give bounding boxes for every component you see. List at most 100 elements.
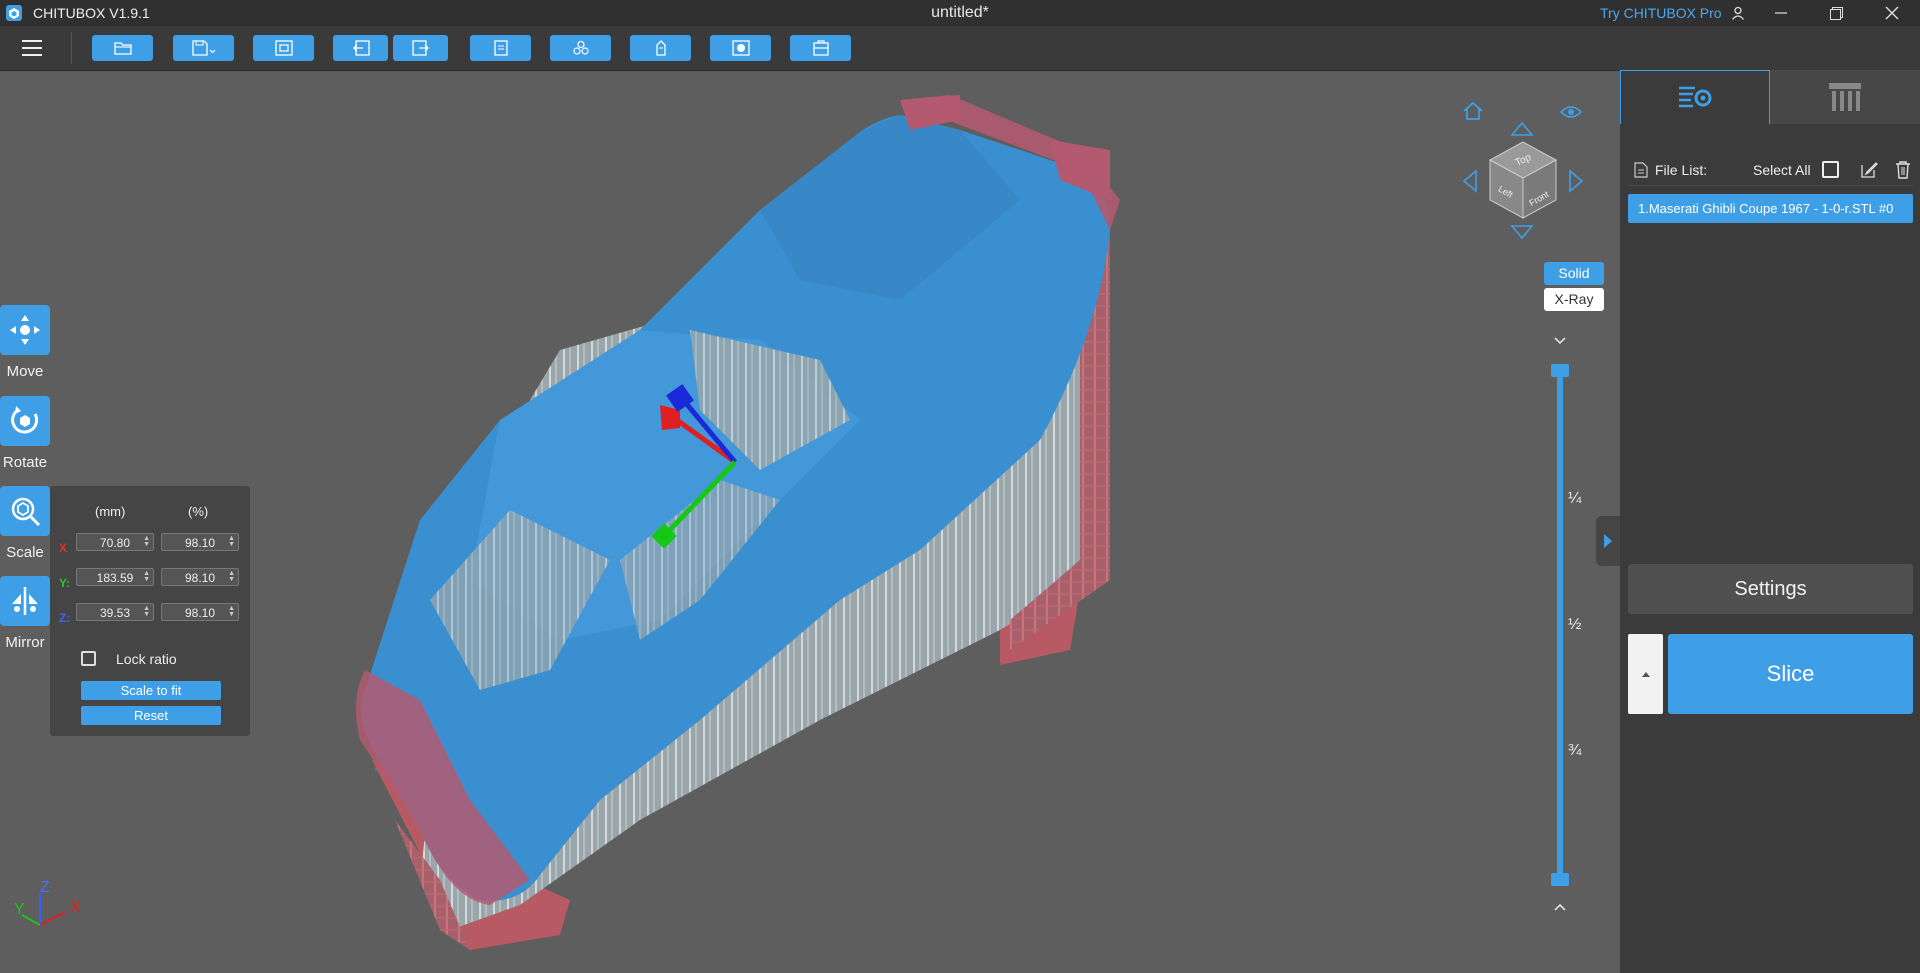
view-right-arrow-icon[interactable] — [1568, 169, 1584, 193]
z-mm-input[interactable]: 39.53 ▲ ▼ — [76, 603, 154, 621]
file-list-icon — [1634, 162, 1648, 178]
settings-button[interactable]: Settings — [1628, 564, 1913, 614]
z-pct-input[interactable]: 98.10 ▲ ▼ — [161, 603, 239, 621]
support-icon — [812, 40, 829, 56]
x-pct-input[interactable]: 98.10 ▲ ▼ — [161, 533, 239, 551]
scale-tool[interactable]: Scale — [0, 486, 50, 561]
delete-icon[interactable] — [1894, 160, 1912, 179]
layer-collapse-down-icon[interactable] — [1553, 336, 1567, 346]
xray-mode-button[interactable]: X-Ray — [1544, 288, 1604, 311]
x-mm-input[interactable]: 70.80 ▲ ▼ — [76, 533, 154, 551]
spinner-icon[interactable]: ▲ ▼ — [143, 605, 150, 618]
view-cube[interactable]: Top Left Front — [1488, 140, 1558, 220]
layer-slider-bottom-handle[interactable] — [1551, 873, 1569, 886]
layer-mark-three-quarter: ¾ — [1568, 742, 1582, 759]
close-button[interactable] — [1869, 0, 1915, 26]
rotate-tool[interactable]: Rotate — [0, 396, 50, 471]
spinner-icon[interactable]: ▲ ▼ — [228, 570, 235, 583]
reset-button[interactable]: Reset — [81, 706, 221, 725]
rotate-label: Rotate — [2, 454, 48, 471]
panel-collapse-tab[interactable] — [1596, 516, 1620, 566]
layout-icon — [572, 40, 589, 55]
view-down-arrow-icon[interactable] — [1510, 224, 1534, 240]
file-list-item[interactable]: 1.Maserati Ghibli Coupe 1967 - 1-0-r.STL… — [1628, 194, 1913, 223]
caret-up-icon — [1641, 672, 1650, 677]
x-pct-value: 98.10 — [184, 536, 216, 550]
restore-icon — [1829, 6, 1843, 20]
scale-to-fit-button[interactable]: Scale to fit — [81, 681, 221, 700]
spinner-icon[interactable]: ▲ ▼ — [143, 570, 150, 583]
z-mm-value: 39.53 — [99, 606, 131, 620]
layer-slider-top-handle[interactable] — [1551, 364, 1569, 377]
redo-button[interactable] — [393, 35, 448, 61]
spinner-icon[interactable]: ▲ ▼ — [143, 535, 150, 548]
spinner-icon[interactable]: ▲ ▼ — [228, 535, 235, 548]
slice-button[interactable]: Slice — [1668, 634, 1913, 714]
main-toolbar — [0, 26, 1920, 71]
select-all-checkbox[interactable] — [1822, 161, 1839, 178]
support-button[interactable] — [790, 35, 851, 61]
view-left-arrow-icon[interactable] — [1462, 169, 1478, 193]
z-axis-label: Z: — [59, 611, 71, 625]
try-pro-link[interactable]: Try CHITUBOX Pro — [1600, 5, 1722, 21]
solid-mode-button[interactable]: Solid — [1544, 262, 1604, 285]
save-button[interactable] — [173, 35, 234, 61]
home-view-icon[interactable] — [1462, 100, 1484, 122]
lock-ratio-checkbox[interactable] — [81, 651, 96, 666]
account-button[interactable] — [1715, 0, 1761, 26]
hollow-icon — [655, 40, 666, 56]
undo-button[interactable] — [333, 35, 388, 61]
move-tool[interactable]: Move — [0, 305, 50, 380]
hollow-button[interactable] — [630, 35, 691, 61]
tab-supports[interactable] — [1770, 70, 1920, 124]
close-icon — [1885, 6, 1899, 20]
rotate-icon — [11, 406, 39, 434]
view-up-arrow-icon[interactable] — [1510, 121, 1534, 137]
scale-panel: (mm) (%) X 70.80 ▲ ▼ 98.10 ▲ ▼ Y: 183.59 ▲ ▼ 9… — [50, 486, 250, 736]
layer-mark-quarter: ¼ — [1568, 490, 1582, 507]
minimize-icon — [1775, 12, 1787, 14]
move-label: Move — [6, 363, 44, 380]
user-icon — [1731, 6, 1745, 20]
axis-y-label: Y — [14, 901, 25, 918]
mirror-icon — [12, 587, 38, 615]
detect-button[interactable] — [470, 35, 531, 61]
y-mm-input[interactable]: 183.59 ▲ ▼ — [76, 568, 154, 586]
menu-icon[interactable] — [20, 38, 46, 58]
layout-button[interactable] — [550, 35, 611, 61]
scale-tool-button[interactable] — [0, 486, 50, 536]
scale-label: Scale — [6, 544, 44, 561]
mirror-tool-button[interactable] — [0, 576, 50, 626]
spinner-icon[interactable]: ▲ ▼ — [228, 605, 235, 618]
move-tool-button[interactable] — [0, 305, 50, 355]
x-axis-label: X — [59, 541, 68, 555]
dig-hole-icon — [731, 40, 750, 56]
axis-z-label: Z — [40, 880, 50, 896]
car-spoiler-left — [900, 95, 960, 130]
save-icon — [191, 40, 215, 56]
slice-options-button[interactable] — [1628, 634, 1663, 714]
right-panel: File List: Select All 1.Maserati Ghibli … — [1620, 70, 1920, 973]
document-check-icon — [493, 40, 508, 56]
edit-icon[interactable] — [1860, 161, 1878, 179]
y-pct-value: 98.10 — [184, 571, 216, 585]
visibility-eye-icon[interactable] — [1560, 104, 1582, 120]
open-file-button[interactable] — [92, 35, 153, 61]
supports-icon — [1829, 83, 1861, 111]
dig-hole-button[interactable] — [710, 35, 771, 61]
lock-ratio-label: Lock ratio — [116, 651, 177, 667]
tab-print-settings[interactable] — [1620, 70, 1770, 124]
screenshot-button[interactable] — [253, 35, 314, 61]
layer-slider-track[interactable] — [1557, 366, 1563, 880]
minimize-button[interactable] — [1758, 0, 1804, 26]
x-mm-value: 70.80 — [99, 536, 131, 550]
layer-expand-up-icon[interactable] — [1553, 902, 1567, 912]
layer-mark-half: ½ — [1568, 616, 1582, 633]
scale-icon — [11, 497, 41, 527]
chitubox-logo-icon — [6, 5, 22, 21]
axis-indicator: Z X Y — [14, 880, 81, 926]
y-pct-input[interactable]: 98.10 ▲ ▼ — [161, 568, 239, 586]
maximize-button[interactable] — [1813, 0, 1859, 26]
mirror-tool[interactable]: Mirror — [0, 576, 50, 651]
rotate-tool-button[interactable] — [0, 396, 50, 446]
